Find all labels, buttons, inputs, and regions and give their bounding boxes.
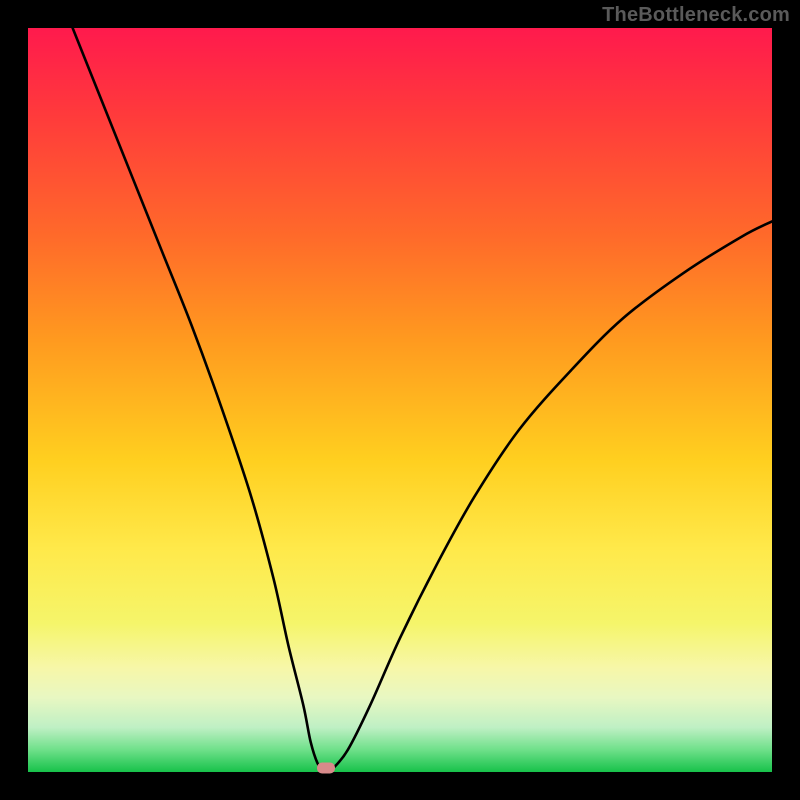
plot-area: [28, 28, 772, 772]
optimum-marker: [317, 763, 335, 774]
bottleneck-curve: [28, 28, 772, 772]
chart-frame: TheBottleneck.com: [0, 0, 800, 800]
watermark-text: TheBottleneck.com: [602, 4, 790, 27]
